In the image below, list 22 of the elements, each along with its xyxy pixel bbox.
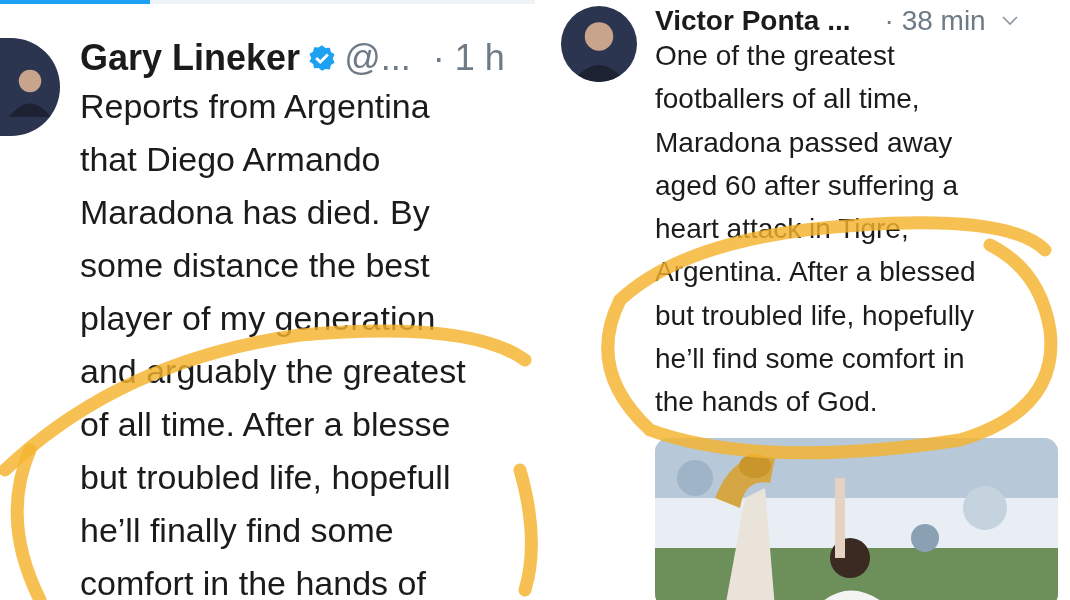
tweet-text-line: comfort in the hands of [80, 563, 427, 600]
chevron-down-icon[interactable] [1001, 16, 1018, 26]
timestamp: · 1 h [432, 37, 505, 79]
user-handle: @... [344, 37, 411, 79]
tweet-text-line: he’ll finally find some [80, 510, 395, 551]
tweet-text-line: that Diego Armando [80, 139, 382, 180]
tweet-text-line: Maradona has died. By [80, 192, 431, 233]
tweet-text-line: some distance the best [80, 245, 431, 286]
avatar[interactable] [0, 38, 60, 136]
tweet-text-line: the hands of God. [655, 385, 879, 420]
author-name[interactable]: Victor Ponta ... [655, 5, 851, 37]
tweet-text-line: aged 60 after suffering a [655, 168, 960, 203]
tweet-text-line: Maradona passed away [655, 125, 954, 160]
author-name[interactable]: Gary Lineker [80, 37, 301, 79]
tweet-text-line: One of the greatest [655, 39, 896, 73]
tweet-text-line: but troubled life, hopefull [80, 457, 452, 498]
tweet-text-line: of all time. After a blesse [80, 404, 452, 445]
tweet-text-line: footballers of all time, [655, 82, 921, 117]
timestamp: · 38 min [884, 5, 986, 37]
tweet-text-line: but troubled life, hopefully [655, 298, 976, 333]
tweet-text-line: Reports from Argentina [80, 86, 431, 127]
tweet-text-line: he’ll find some comfort in [655, 342, 966, 377]
